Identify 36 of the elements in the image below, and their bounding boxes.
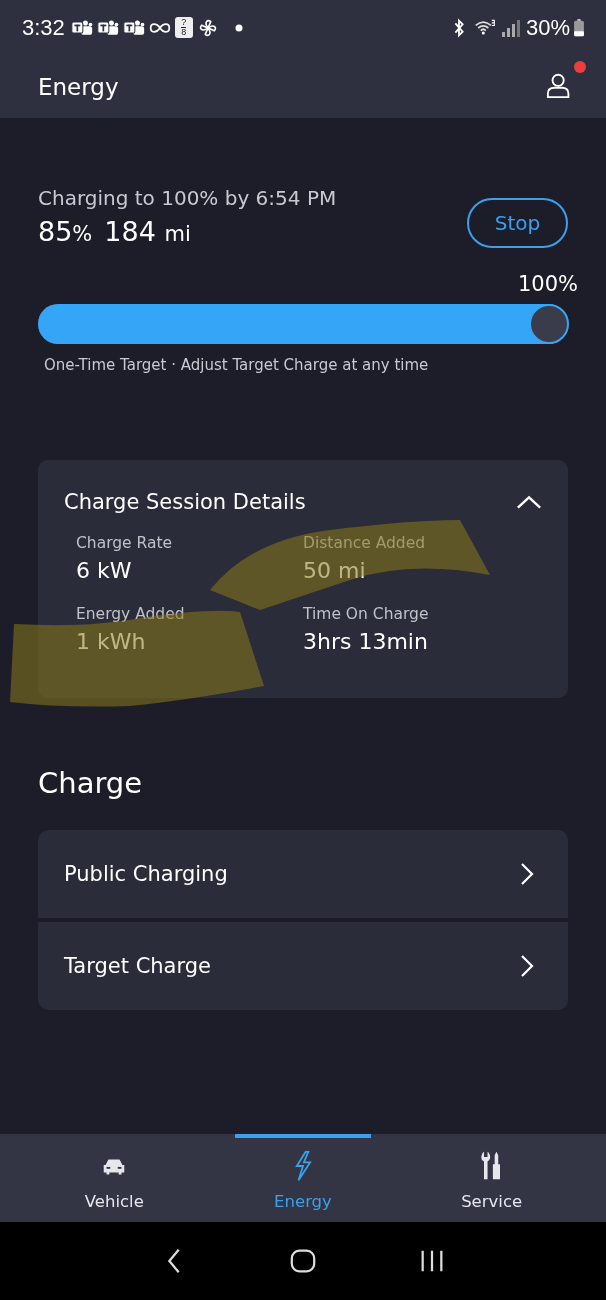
page-title: Energy [38,73,119,100]
chat-app-icon [70,17,93,38]
battery-text: 30% [525,14,570,41]
clock-text: 3:32 [22,14,65,41]
detail-label: Time On Charge [303,605,430,623]
calendar-badge: ? 8 [174,17,193,38]
detail-value: 3hrs 13min [303,629,429,654]
detail-value: 6 kW [76,558,133,583]
wifi-icon [473,17,496,38]
chevron-right-icon [520,954,534,978]
list-item[interactable]: Public Charging [38,830,568,918]
charging-status-text: Charging to 100% by 6:54 PM [38,186,337,210]
section-heading: Charge [38,766,144,800]
detail-label: Distance Added [303,534,427,552]
nav-tab[interactable]: Service [423,1134,560,1222]
battery-percent: 85% [38,216,93,247]
detail-value: 50 mi [303,558,367,583]
dot-icon [234,23,243,32]
detail-label: Charge Rate [76,534,174,552]
battery-icon [574,18,584,37]
chevron-right-icon [520,862,534,886]
chat-app-icon [122,17,145,38]
home-icon[interactable] [289,1247,317,1275]
nav-tab[interactable]: Vehicle [46,1134,183,1222]
signal-icon [499,17,522,38]
range-value: 184 mi [104,216,191,247]
list-item[interactable]: Target Charge [38,922,568,1010]
target-label: 100% [517,272,578,296]
card-title: Charge Session Details [64,490,306,514]
target-caption: One-Time Target · Adjust Target Charge at any time [44,356,430,374]
detail-label: Energy Added [76,605,186,623]
detail-value: 1 kWh [76,629,147,654]
slider-thumb[interactable] [529,304,569,344]
chevron-up-icon[interactable] [516,494,542,510]
stop-button[interactable]: Stop [467,198,568,248]
chat-app-icon [96,17,119,38]
